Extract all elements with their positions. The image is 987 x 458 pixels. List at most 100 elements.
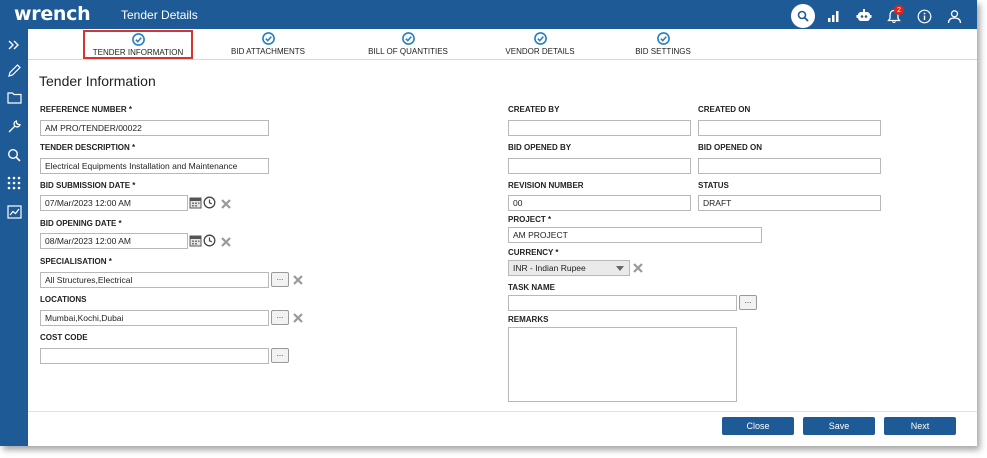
clear-x-icon[interactable]: [220, 198, 232, 210]
signal-button[interactable]: [823, 5, 845, 27]
currency-selected-value: INR - Indian Rupee: [513, 263, 586, 273]
sidebar-item-folder[interactable]: [4, 87, 24, 107]
bid-submission-date-input[interactable]: 07/Mar/2023 12:00 AM: [40, 195, 188, 211]
tab-tender-information[interactable]: TENDER INFORMATION: [83, 30, 193, 59]
created-by-label: CREATED BY: [508, 105, 560, 114]
step-label: VENDOR DETAILS: [505, 47, 575, 56]
clock-icon[interactable]: [203, 234, 216, 247]
clock-icon[interactable]: [203, 196, 216, 209]
footer-divider: [28, 411, 977, 412]
cost-code-input[interactable]: [40, 348, 269, 364]
revision-number-label: REVISION NUMBER: [508, 181, 584, 190]
bid-opening-date-input[interactable]: 08/Mar/2023 12:00 AM: [40, 233, 188, 249]
tab-bid-attachments[interactable]: BID ATTACHMENTS: [218, 29, 318, 60]
task-name-input[interactable]: [508, 295, 737, 311]
bid-submission-date-label: BID SUBMISSION DATE *: [40, 181, 136, 190]
robot-icon: [856, 9, 872, 21]
sidebar-item-edit[interactable]: [4, 60, 24, 80]
apps-grid-icon: [7, 176, 21, 190]
remarks-label: REMARKS: [508, 315, 549, 324]
info-button[interactable]: [913, 5, 935, 27]
sidebar-item-dashboard[interactable]: [4, 202, 24, 222]
top-bar: wrench Tender Details 2: [0, 0, 977, 29]
tender-description-input[interactable]: Electrical Equipments Installation and M…: [40, 158, 269, 174]
reference-number-input[interactable]: AM PRO/TENDER/00022: [40, 120, 269, 136]
app-logo: wrench: [14, 3, 91, 25]
tab-bid-settings[interactable]: BID SETTINGS: [623, 29, 703, 60]
save-button[interactable]: Save: [803, 417, 875, 435]
folder-icon: [6, 91, 22, 104]
task-name-label: TASK NAME: [508, 283, 555, 292]
wrench-icon: [8, 119, 21, 132]
top-icons: 2: [791, 4, 965, 28]
locations-label: LOCATIONS: [40, 295, 87, 304]
clear-x-icon[interactable]: [292, 274, 304, 286]
created-on-label: CREATED ON: [698, 105, 751, 114]
clear-x-icon[interactable]: [292, 312, 304, 324]
search-icon: [797, 10, 809, 22]
chatbot-button[interactable]: [853, 5, 875, 27]
check-circle-icon: [533, 32, 547, 45]
user-profile-button[interactable]: [943, 5, 965, 27]
double-chevron-right-icon: [8, 40, 19, 50]
calendar-icon[interactable]: [189, 196, 202, 209]
status-input[interactable]: DRAFT: [698, 195, 881, 211]
status-label: STATUS: [698, 181, 729, 190]
tender-description-label: TENDER DESCRIPTION *: [40, 143, 136, 152]
pencil-icon: [7, 63, 21, 77]
bid-opening-date-label: BID OPENING DATE *: [40, 219, 122, 228]
specialisation-lookup-button[interactable]: ...: [271, 272, 289, 287]
cost-code-lookup-button[interactable]: ...: [271, 348, 289, 363]
signal-bars-icon: [828, 11, 839, 22]
reference-number-label: REFERENCE NUMBER *: [40, 105, 133, 114]
specialisation-input[interactable]: All Structures,Electrical: [40, 272, 269, 288]
bid-opened-on-input[interactable]: [698, 158, 881, 174]
project-label: PROJECT *: [508, 215, 552, 224]
currency-label: CURRENCY *: [508, 248, 559, 257]
currency-select[interactable]: INR - Indian Rupee: [508, 260, 630, 276]
task-name-lookup-button[interactable]: ...: [739, 295, 757, 310]
remarks-textarea[interactable]: [508, 327, 737, 402]
section-title: Tender Information: [39, 73, 156, 89]
page-title: Tender Details: [121, 8, 198, 22]
specialisation-label: SPECIALISATION *: [40, 257, 112, 266]
search-icon: [7, 148, 21, 162]
locations-lookup-button[interactable]: ...: [271, 310, 289, 325]
step-label: BILL OF QUANTITIES: [368, 47, 448, 56]
step-label: BID ATTACHMENTS: [231, 47, 305, 56]
app-window: wrench Tender Details 2 TENDER INFORMATI…: [0, 0, 977, 446]
global-search-button[interactable]: [791, 4, 815, 28]
clear-x-icon[interactable]: [220, 236, 232, 248]
wizard-steps: TENDER INFORMATION BID ATTACHMENTS BILL …: [28, 29, 977, 60]
bid-opened-by-input[interactable]: [508, 158, 691, 174]
close-button[interactable]: Close: [722, 417, 794, 435]
check-circle-icon: [656, 32, 670, 45]
next-button[interactable]: Next: [884, 417, 956, 435]
notifications-button[interactable]: 2: [883, 5, 905, 27]
tab-vendor-details[interactable]: VENDOR DETAILS: [495, 29, 585, 60]
check-circle-icon: [131, 33, 145, 46]
dashboard-icon: [6, 205, 22, 219]
calendar-icon[interactable]: [189, 234, 202, 247]
locations-input[interactable]: Mumbai,Kochi,Dubai: [40, 310, 269, 326]
sidebar-item-tools[interactable]: [4, 116, 24, 136]
bid-opened-on-label: BID OPENED ON: [698, 143, 763, 152]
user-icon: [947, 9, 961, 23]
clear-x-icon[interactable]: [632, 262, 644, 274]
sidebar-expand-button[interactable]: [4, 35, 24, 55]
check-circle-icon: [401, 32, 415, 45]
tab-bill-of-quantities[interactable]: BILL OF QUANTITIES: [353, 29, 463, 60]
cost-code-label: COST CODE: [40, 333, 88, 342]
sidebar-item-search[interactable]: [4, 145, 24, 165]
project-input[interactable]: AM PROJECT: [508, 227, 762, 243]
check-circle-icon: [261, 32, 275, 45]
step-label: BID SETTINGS: [635, 47, 691, 56]
sidebar-item-apps[interactable]: [4, 173, 24, 193]
revision-number-input[interactable]: 00: [508, 195, 691, 211]
created-on-input[interactable]: [698, 120, 881, 136]
step-label: TENDER INFORMATION: [92, 48, 184, 57]
chevron-down-icon: [616, 266, 624, 271]
created-by-input[interactable]: [508, 120, 691, 136]
bid-opened-by-label: BID OPENED BY: [508, 143, 572, 152]
notification-badge: 2: [894, 5, 904, 15]
